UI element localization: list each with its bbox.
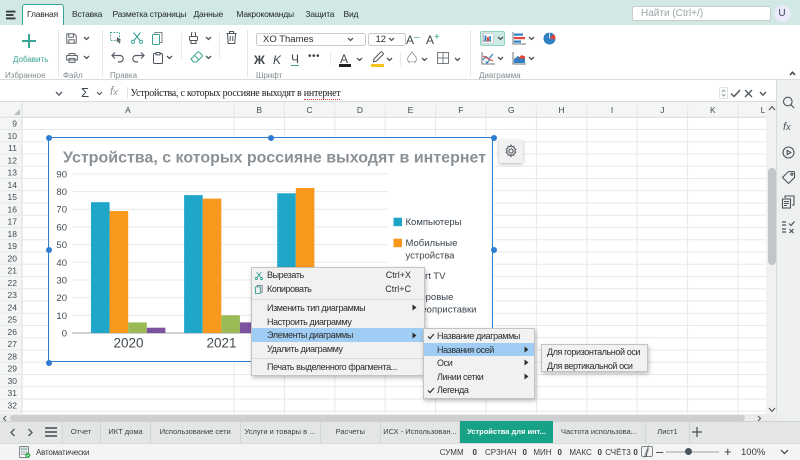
svg-text:16: 16	[8, 204, 18, 214]
svg-text:23: 23	[8, 290, 18, 300]
svg-text:I: I	[611, 105, 613, 115]
svg-text:K: K	[710, 105, 716, 115]
svg-text:18: 18	[8, 229, 18, 239]
svg-text:28: 28	[8, 351, 18, 361]
svg-text:9: 9	[12, 119, 17, 129]
svg-text:22: 22	[8, 278, 18, 288]
svg-text:G: G	[508, 105, 515, 115]
svg-text:25: 25	[8, 315, 18, 325]
svg-text:26: 26	[8, 327, 18, 337]
svg-text:L: L	[761, 105, 766, 115]
svg-text:32: 32	[8, 400, 18, 410]
svg-text:H: H	[559, 105, 565, 115]
svg-text:14: 14	[8, 180, 18, 190]
svg-text:30: 30	[8, 376, 18, 386]
svg-text:J: J	[660, 105, 664, 115]
svg-text:C: C	[307, 105, 313, 115]
svg-text:31: 31	[8, 388, 18, 398]
svg-text:15: 15	[8, 192, 18, 202]
svg-text:27: 27	[8, 339, 18, 349]
svg-text:20: 20	[8, 253, 18, 263]
svg-text:A: A	[125, 105, 131, 115]
svg-text:19: 19	[8, 241, 18, 251]
svg-text:13: 13	[8, 168, 18, 178]
svg-text:E: E	[408, 105, 414, 115]
svg-text:29: 29	[8, 364, 18, 374]
svg-text:B: B	[256, 105, 262, 115]
svg-text:21: 21	[8, 266, 18, 276]
svg-text:D: D	[357, 105, 363, 115]
svg-text:12: 12	[8, 155, 18, 165]
svg-text:10: 10	[8, 131, 18, 141]
svg-text:24: 24	[8, 302, 18, 312]
svg-text:17: 17	[8, 217, 18, 227]
svg-text:F: F	[458, 105, 463, 115]
svg-text:11: 11	[8, 143, 17, 153]
